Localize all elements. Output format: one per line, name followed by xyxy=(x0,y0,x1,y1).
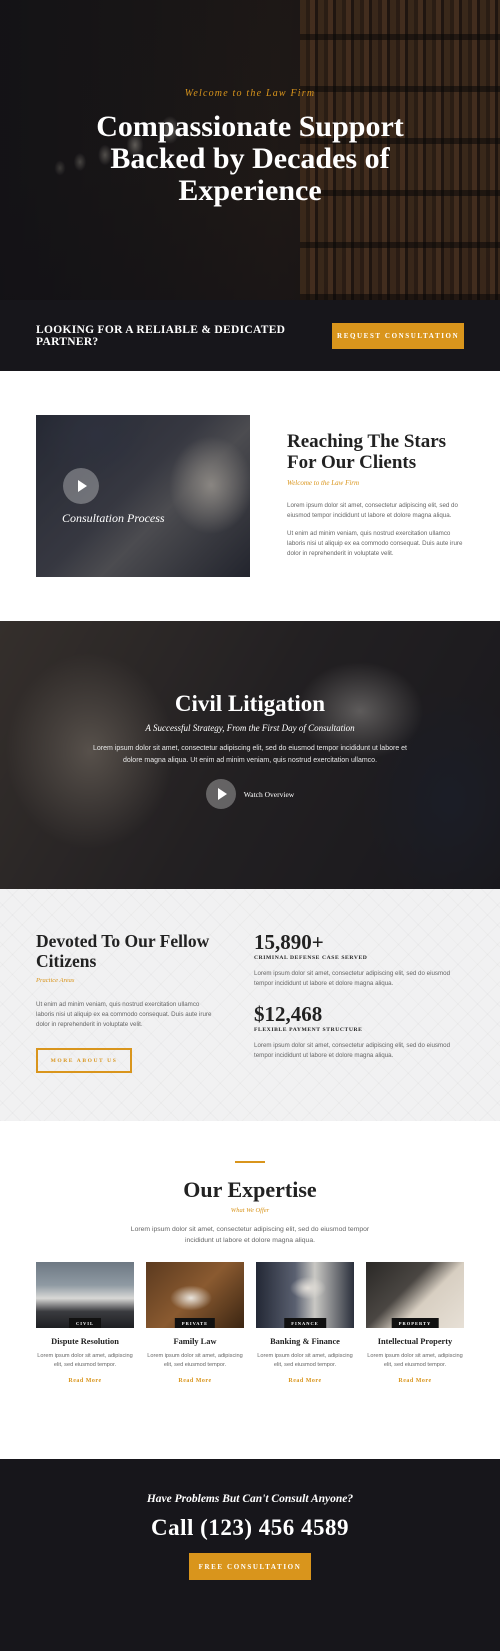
contact-section: Have Problems But Can't Consult Anyone? … xyxy=(0,1459,500,1651)
devoted-subtitle: Practice Areas xyxy=(36,977,75,984)
devoted-title: Devoted To Our Fellow Citizens xyxy=(36,931,210,971)
card-badge: PRIVATE xyxy=(174,1318,216,1328)
partner-bar: LOOKING FOR A RELIABLE & DEDICATED PARTN… xyxy=(0,300,500,371)
hero-section: Welcome to the Law Firm Compassionate Su… xyxy=(0,0,500,300)
read-more-link[interactable]: Read More xyxy=(366,1378,464,1384)
card-description: Lorem ipsum dolor sit amet, adipiscing e… xyxy=(257,1353,353,1368)
expertise-card: FINANCE Banking & Finance Lorem ipsum do… xyxy=(256,1262,354,1384)
stat-block: 15,890+ CRIMINAL DEFENSE CASE SERVED Lor… xyxy=(254,931,464,989)
watch-overview-label: Watch Overview xyxy=(243,789,295,799)
reaching-paragraph-1: Lorem ipsum dolor sit amet, consectetur … xyxy=(287,502,458,519)
stat-description: Lorem ipsum dolor sit amet, consectetur … xyxy=(254,1042,451,1059)
devoted-section: Devoted To Our Fellow Citizens Practice … xyxy=(0,889,500,1121)
expertise-card: PROPERTY Intellectual Property Lorem ips… xyxy=(366,1262,464,1384)
expertise-card: CIVIL Dispute Resolution Lorem ipsum dol… xyxy=(36,1262,134,1384)
consultation-video[interactable]: Consultation Process xyxy=(36,415,250,577)
card-description: Lorem ipsum dolor sit amet, adipiscing e… xyxy=(37,1353,133,1368)
reaching-section: Consultation Process Reaching The Stars … xyxy=(0,371,500,621)
hero-title: Compassionate Support Backed by Decades … xyxy=(96,110,404,207)
stat-block: $12,468 FLEXIBLE PAYMENT STRUCTURE Lorem… xyxy=(254,1003,464,1061)
read-more-link[interactable]: Read More xyxy=(146,1378,244,1384)
reaching-paragraph-2: Ut enim ad minim veniam, quis nostrud ex… xyxy=(287,530,463,557)
partner-text: LOOKING FOR A RELIABLE & DEDICATED PARTN… xyxy=(36,323,286,348)
handshake-image: FINANCE xyxy=(256,1262,354,1328)
card-title: Banking & Finance xyxy=(270,1337,340,1346)
devoted-description: Ut enim ad minim veniam, quis nostrud ex… xyxy=(36,1001,212,1028)
card-badge: FINANCE xyxy=(284,1318,326,1328)
document-signing-image: PRIVATE xyxy=(146,1262,244,1328)
civil-description: Lorem ipsum dolor sit amet, consectetur … xyxy=(93,745,407,764)
card-title: Family Law xyxy=(173,1337,217,1346)
stat-description: Lorem ipsum dolor sit amet, consectetur … xyxy=(254,970,451,987)
reaching-title: Reaching The Stars For Our Clients xyxy=(287,431,447,473)
card-badge: CIVIL xyxy=(68,1318,102,1328)
video-caption: Consultation Process xyxy=(62,511,165,525)
divider xyxy=(235,1161,265,1163)
card-description: Lorem ipsum dolor sit amet, adipiscing e… xyxy=(367,1353,463,1368)
card-description: Lorem ipsum dolor sit amet, adipiscing e… xyxy=(147,1353,243,1368)
civil-subtitle: A Successful Strategy, From the First Da… xyxy=(145,723,355,733)
stat-number: 15,890+ xyxy=(254,930,324,954)
play-icon[interactable] xyxy=(63,468,99,504)
expertise-description: Lorem ipsum dolor sit amet, consectetur … xyxy=(130,1226,370,1244)
expertise-title: Our Expertise xyxy=(183,1177,317,1202)
fountain-pen-image: PROPERTY xyxy=(366,1262,464,1328)
stat-number: $12,468 xyxy=(254,1002,323,1026)
police-car-image: CIVIL xyxy=(36,1262,134,1328)
card-badge: PROPERTY xyxy=(391,1318,439,1328)
free-consultation-button[interactable]: FREE CONSULTATION xyxy=(189,1553,311,1580)
card-title: Dispute Resolution xyxy=(51,1337,119,1346)
read-more-link[interactable]: Read More xyxy=(36,1378,134,1384)
phone-number[interactable]: Call (123) 456 4589 xyxy=(0,1515,500,1541)
reaching-subtitle: Welcome to the Law Firm xyxy=(287,479,360,487)
expertise-subtitle: What We Offer xyxy=(230,1207,270,1214)
play-icon[interactable] xyxy=(205,779,236,809)
read-more-link[interactable]: Read More xyxy=(256,1378,354,1384)
more-about-us-button[interactable]: MORE ABOUT US xyxy=(36,1048,132,1073)
civil-litigation-section: Civil Litigation A Successful Strategy, … xyxy=(0,621,500,889)
expertise-section: Our Expertise What We Offer Lorem ipsum … xyxy=(0,1121,500,1459)
watch-overview-link[interactable]: Watch Overview xyxy=(0,779,500,809)
card-title: Intellectual Property xyxy=(377,1337,453,1346)
civil-title: Civil Litigation xyxy=(174,691,326,716)
request-consultation-button[interactable]: REQUEST CONSULTATION xyxy=(332,322,464,349)
stat-label: FLEXIBLE PAYMENT STRUCTURE xyxy=(254,1027,363,1033)
contact-question: Have Problems But Can't Consult Anyone? xyxy=(146,1493,354,1505)
hero-kicker: Welcome to the Law Firm xyxy=(184,88,316,99)
stat-label: CRIMINAL DEFENSE CASE SERVED xyxy=(254,955,368,961)
expertise-card: PRIVATE Family Law Lorem ipsum dolor sit… xyxy=(146,1262,244,1384)
